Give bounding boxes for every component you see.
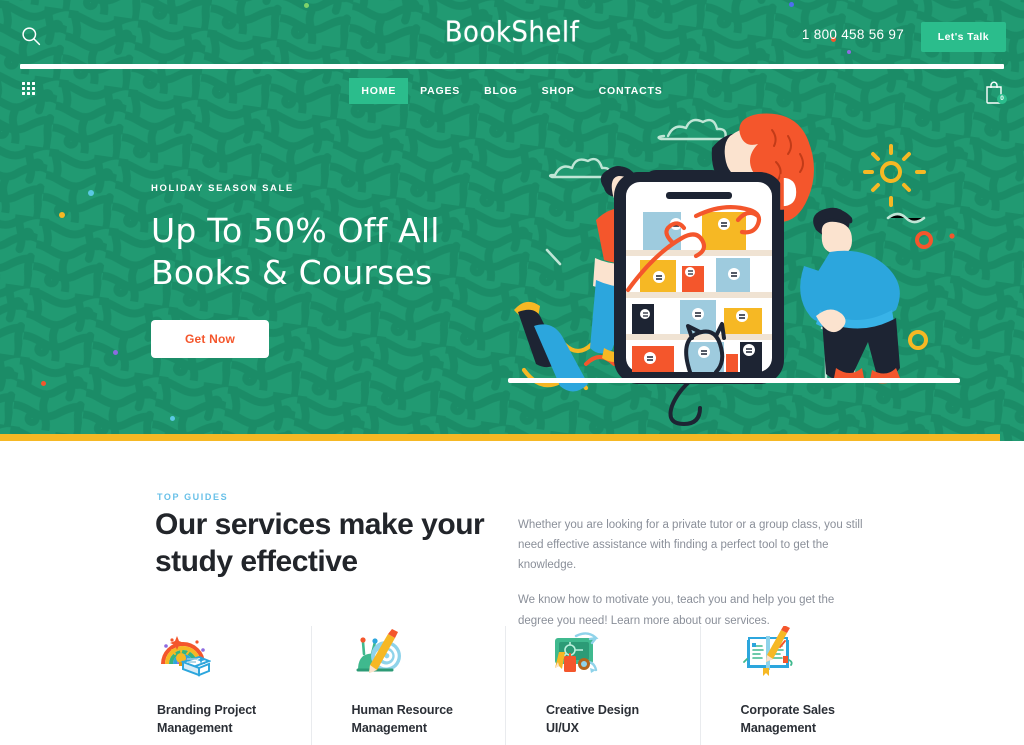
shopping-bag-icon[interactable]: 0 — [984, 80, 1007, 104]
page-root: BookShelf 1 800 458 56 97 Let's Talk HOM… — [0, 0, 1024, 745]
service-card-label: Creative Design UI/UX — [546, 703, 639, 735]
decor-dot — [59, 212, 65, 218]
nav-item-shop[interactable]: SHOP — [530, 78, 587, 104]
services-description: Whether you are looking for a private tu… — [518, 515, 873, 631]
hero-section: BookShelf 1 800 458 56 97 Let's Talk HOM… — [0, 0, 1024, 441]
service-card-branding[interactable]: Branding Project Management — [150, 626, 311, 745]
lets-talk-button[interactable]: Let's Talk — [920, 22, 1006, 52]
service-card-label: Human Resource Management — [351, 703, 454, 735]
snail-pencil-icon — [352, 626, 406, 680]
nav-item-pages[interactable]: PAGES — [408, 78, 472, 104]
nav-item-home[interactable]: HOME — [349, 78, 409, 104]
services-paragraph-2: We know how to motivate you, teach you a… — [518, 594, 835, 627]
service-card-label: Branding Project Management — [157, 703, 257, 735]
phone-number[interactable]: 1 800 458 56 97 — [802, 27, 904, 42]
nav-item-contacts[interactable]: CONTACTS — [587, 78, 675, 104]
decor-dot — [113, 350, 118, 355]
main-navigation: HOME PAGES BLOG SHOP CONTACTS — [0, 78, 1024, 104]
hero-bottom-accent-bar — [0, 434, 1000, 441]
service-card-label: Corporate Sales Management — [740, 703, 835, 735]
rainbow-book-icon — [157, 626, 211, 680]
hero-copy: HOLIDAY SEASON SALE Up To 50% Off All Bo… — [151, 183, 440, 358]
decor-dot — [41, 381, 46, 386]
decor-dot — [170, 416, 175, 421]
top-bar: BookShelf 1 800 458 56 97 Let's Talk — [0, 0, 1024, 62]
hero-illustration — [500, 113, 970, 426]
open-book-pencil-icon — [741, 626, 795, 680]
services-paragraph-1: Whether you are looking for a private tu… — [518, 519, 863, 572]
service-card-design[interactable]: Creative Design UI/UX — [505, 626, 700, 745]
hero-title: Up To 50% Off All Books & Courses — [151, 211, 440, 292]
service-card-hr[interactable]: Human Resource Management — [310, 626, 506, 745]
chalkboard-design-icon — [546, 626, 600, 680]
hero-eyebrow: HOLIDAY SEASON SALE — [151, 183, 294, 194]
service-card-sales[interactable]: Corporate Sales Management — [699, 626, 895, 745]
services-section: TOP GUIDES Our services make your study … — [0, 441, 1024, 745]
get-now-button[interactable]: Get Now — [151, 319, 270, 358]
decor-dot — [88, 190, 94, 196]
nav-item-blog[interactable]: BLOG — [472, 78, 530, 104]
header-divider — [20, 64, 1004, 69]
cart-count-badge: 0 — [997, 94, 1007, 104]
site-logo-text: BookShelf — [444, 16, 580, 50]
services-title: Our services make your study effective — [155, 508, 485, 578]
services-eyebrow: TOP GUIDES — [157, 492, 229, 502]
service-cards: Branding Project Management Human Resour… — [150, 626, 894, 745]
